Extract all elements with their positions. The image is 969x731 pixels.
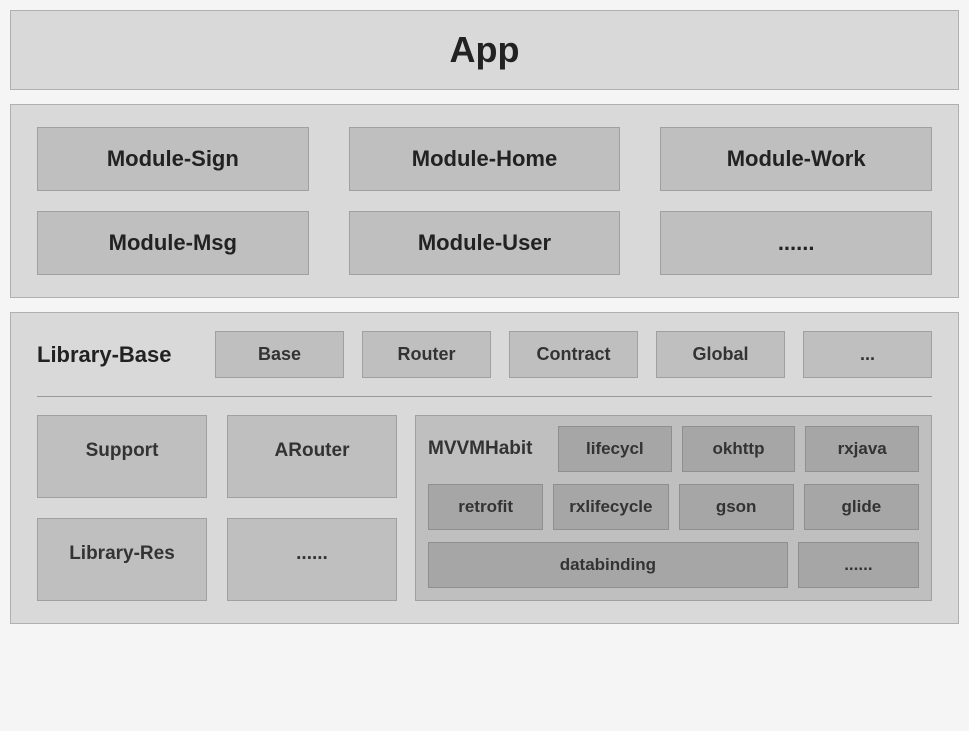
lib-left-more: ...... <box>227 518 397 601</box>
mvvm-glide: glide <box>804 484 919 530</box>
lib-res: Library-Res <box>37 518 207 601</box>
lib-arouter: ARouter <box>227 415 397 498</box>
mvvm-lifecycle: lifecycl <box>558 426 672 472</box>
module-home: Module-Home <box>349 127 621 191</box>
mvvmhabit-block: MVVMHabit lifecycl okhttp rxjava retrofi… <box>415 415 932 601</box>
mvvm-retrofit: retrofit <box>428 484 543 530</box>
mvvm-row1-items: lifecycl okhttp rxjava <box>558 426 919 472</box>
module-user: Module-User <box>349 211 621 275</box>
mvvm-gson: gson <box>679 484 794 530</box>
mvvm-more: ...... <box>798 542 919 588</box>
libbase-router: Router <box>362 331 491 378</box>
library-base-items: Base Router Contract Global ... <box>215 331 932 378</box>
module-msg: Module-Msg <box>37 211 309 275</box>
mvvm-rxlifecycle: rxlifecycle <box>553 484 668 530</box>
library-left-block: Support ARouter Library-Res ...... <box>37 415 397 601</box>
mvvm-databinding: databinding <box>428 542 788 588</box>
module-more: ...... <box>660 211 932 275</box>
library-base-row: Library-Base Base Router Contract Global… <box>37 331 932 378</box>
modules-grid: Module-Sign Module-Home Module-Work Modu… <box>37 127 932 275</box>
libbase-contract: Contract <box>509 331 638 378</box>
divider <box>37 396 932 397</box>
mvvm-row3: databinding ...... <box>428 542 919 588</box>
libbase-more: ... <box>803 331 932 378</box>
libbase-base: Base <box>215 331 344 378</box>
app-layer: App <box>10 10 959 90</box>
mvvm-row2: retrofit rxlifecycle gson glide <box>428 484 919 530</box>
mvvm-okhttp: okhttp <box>682 426 796 472</box>
library-bottom-row: Support ARouter Library-Res ...... MVVMH… <box>37 415 932 601</box>
mvvm-rxjava: rxjava <box>805 426 919 472</box>
mvvm-row1: MVVMHabit lifecycl okhttp rxjava <box>428 426 919 472</box>
modules-layer: Module-Sign Module-Home Module-Work Modu… <box>10 104 959 298</box>
module-work: Module-Work <box>660 127 932 191</box>
library-base-title: Library-Base <box>37 342 197 368</box>
lib-support: Support <box>37 415 207 498</box>
module-sign: Module-Sign <box>37 127 309 191</box>
mvvmhabit-title: MVVMHabit <box>428 428 548 470</box>
libbase-global: Global <box>656 331 785 378</box>
library-layer: Library-Base Base Router Contract Global… <box>10 312 959 624</box>
app-title: App <box>11 29 958 71</box>
